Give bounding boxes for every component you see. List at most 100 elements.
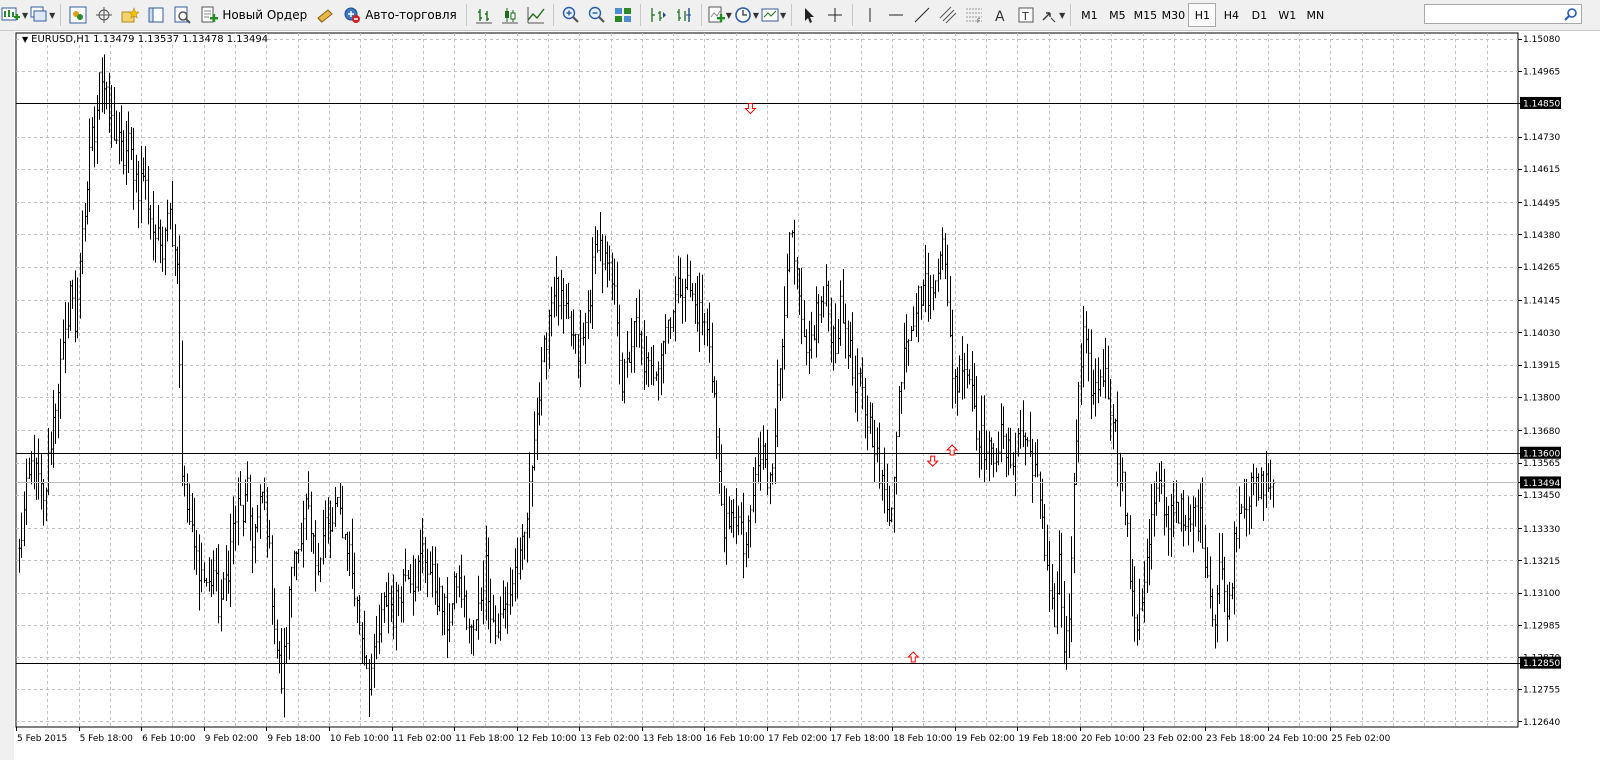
time-axis-label: 20 Feb 10:00 [1081,734,1140,744]
time-axis-label: 25 Feb 02:00 [1331,734,1390,744]
price-axis-label: 1.14615 [1523,165,1560,175]
equidistant-channel-button[interactable] [936,3,960,27]
price-axis-label: 1.13680 [1523,427,1560,437]
new-chart-button[interactable]: ▼ [1,3,28,27]
time-axis-label: 13 Feb 02:00 [580,734,639,744]
timeframe-M15[interactable]: M15 [1132,4,1158,26]
zoom-in-button[interactable] [559,3,583,27]
cursor-arrow-icon [805,8,815,23]
line-chart-icon [527,7,545,24]
book-icon [317,9,333,23]
crosshair-button[interactable] [823,3,847,27]
auto-scroll-button[interactable] [646,3,670,27]
time-axis-label: 6 Feb 10:00 [142,734,196,744]
price-axis-label: 1.14965 [1523,67,1560,77]
chevron-down-icon: ▼ [725,10,732,20]
price-axis-label: 1.14380 [1523,231,1560,241]
horizontal-line-button[interactable] [884,3,908,27]
price-axis-label: 1.13800 [1523,393,1560,403]
profiles-icon [30,6,47,22]
price-axis-label: 1.14730 [1523,133,1560,143]
timeframe-M1[interactable]: M1 [1076,4,1102,26]
price-axis-label: 1.13215 [1523,557,1560,567]
toolbar-separator [852,4,854,26]
time-axis-label: 12 Feb 10:00 [518,734,577,744]
chart-shift-button[interactable] [672,3,696,27]
timeframe-H1[interactable]: H1 [1188,3,1217,27]
fibonacci-button[interactable]: F [962,3,986,27]
strategy-tester-button[interactable] [170,3,194,27]
price-axis-label: 1.12850 [1523,659,1560,669]
price-axis-label: 1.13565 [1523,459,1560,469]
horizontal-line-icon [889,14,904,16]
vertical-line-button[interactable] [858,3,882,27]
price-axis-label: 1.14145 [1523,297,1560,307]
tile-windows-icon [614,8,631,22]
templates-button[interactable]: ▼ [761,3,786,27]
toolbar-separator [791,4,793,26]
search-icon[interactable] [1564,7,1578,24]
time-axis-label: 16 Feb 10:00 [705,734,764,744]
tile-windows-button[interactable] [611,3,635,27]
time-axis-label: 13 Feb 18:00 [643,734,702,744]
toolbar-separator [465,4,467,26]
indicators-button[interactable]: ▼ [707,3,732,27]
price-axis-label: 1.13494 [1523,479,1560,489]
channel-icon [939,6,957,24]
tester-magnifier-icon [174,6,192,24]
zoom-out-button[interactable] [585,3,609,27]
price-axis-label: 1.13100 [1523,589,1560,599]
auto-trading-button[interactable]: Авто-торговля [339,3,461,27]
bar-chart-button[interactable] [472,3,496,27]
search-input[interactable] [1425,5,1561,23]
new-order-button[interactable]: Новый Ордер [196,3,311,27]
time-axis-label: 9 Feb 18:00 [267,734,321,744]
collapse-triangle-icon[interactable]: ▼ [22,35,28,44]
zoom-in-icon [562,6,579,23]
data-window-button[interactable] [92,3,116,27]
market-watch-button[interactable] [66,3,90,27]
auto-trading-icon [344,7,361,23]
price-axis-label: 1.14495 [1523,199,1560,209]
timeframe-H4[interactable]: H4 [1218,4,1244,26]
price-axis-label: 1.12985 [1523,621,1560,631]
text-label-button[interactable]: T [1014,3,1038,27]
arrows-button[interactable]: ▼ [1040,3,1065,27]
time-axis-label: 9 Feb 02:00 [205,734,259,744]
new-order-label: Новый Ордер [222,8,308,22]
search-box[interactable] [1424,4,1582,24]
chevron-down-icon: ▼ [22,10,29,20]
price-axis-label: 1.15080 [1523,35,1560,45]
time-axis-label: 17 Feb 18:00 [831,734,890,744]
left-panel-edge [0,31,14,760]
time-axis-label: 18 Feb 10:00 [893,734,952,744]
templates-icon [761,8,779,22]
market-watch-icon [69,6,87,24]
time-axis-label: 23 Feb 02:00 [1144,734,1203,744]
chart-window[interactable]: 1.15080 1.14965 1.14850 1.14730 1.14615 1.144… [14,31,1600,760]
metaeditor-button[interactable] [313,3,337,27]
price-chart[interactable]: 1.15080 1.14965 1.14850 1.14730 1.14615 1.144… [14,31,1600,760]
toolbar-separator [60,4,62,26]
timeframe-M5[interactable]: M5 [1104,4,1130,26]
cursor-button[interactable] [797,3,821,27]
timeframe-W1[interactable]: W1 [1274,4,1300,26]
svg-text:T: T [1021,10,1029,23]
text-button[interactable]: A [988,3,1012,27]
svg-text:A: A [995,9,1005,24]
profiles-button[interactable]: ▼ [30,3,55,27]
terminal-button[interactable] [144,3,168,27]
fibonacci-icon: F [966,8,983,24]
candlestick-chart-button[interactable] [498,3,522,27]
timeframe-D1[interactable]: D1 [1246,4,1272,26]
chevron-down-icon: ▼ [49,10,56,20]
navigator-button[interactable] [118,3,142,27]
timeframe-MN[interactable]: MN [1302,4,1328,26]
time-axis-label: 11 Feb 02:00 [393,734,452,744]
timeframe-M30[interactable]: M30 [1160,4,1186,26]
toolbar-separator [700,4,702,26]
trendline-button[interactable] [910,3,934,27]
line-chart-button[interactable] [524,3,548,27]
vertical-line-icon [869,8,871,22]
periods-button[interactable]: ▼ [734,3,759,27]
